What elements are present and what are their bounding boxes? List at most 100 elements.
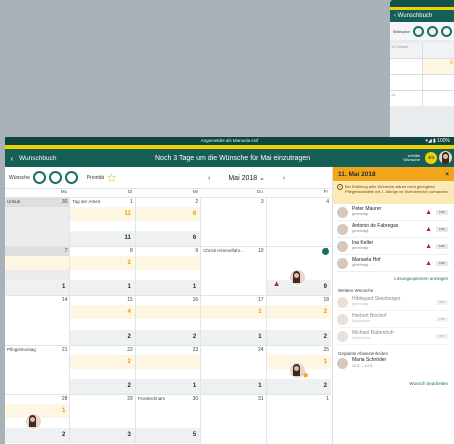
next-month-icon[interactable]: › [283, 175, 285, 182]
day-number: 14 [61, 297, 68, 304]
day-number: 30 [61, 199, 68, 205]
calendar-day-cell[interactable]: 82 1 [70, 247, 135, 296]
person-status: genehmigt [352, 229, 369, 233]
calendar-day-cell[interactable]: Fronleichnam 30 5 [135, 394, 201, 443]
wish-slot-2[interactable] [48, 171, 62, 184]
calendar-day-cell[interactable]: 31 [201, 394, 266, 443]
calendar-day-cell[interactable]: 15 4 2 [70, 296, 135, 345]
month-label[interactable]: Mai 2018 [228, 175, 257, 182]
person-name: Antonio de Fabregas genehmigt [352, 222, 399, 233]
day-number: 30 [192, 395, 199, 402]
calendar-day-cell[interactable]: 4 [266, 198, 331, 247]
qualification-tag: FRK [436, 260, 448, 266]
day-header: 15 [70, 296, 134, 305]
bg-appbar: ‹ Wunschbuch [390, 10, 454, 22]
calendar-day-cell[interactable]: 28 1 2 [5, 394, 70, 443]
calendar-day-cell[interactable]: 18 2 2 [266, 296, 331, 345]
bg-calendar-cell: 10 Urlaub [390, 43, 422, 58]
person-status: genehmigt [352, 212, 369, 216]
calendar-day-cell[interactable]: 91 [135, 247, 201, 296]
edit-wish-link[interactable]: Wunsch bearbeiten [333, 377, 454, 390]
calendar-day-cell[interactable]: 24 1 [201, 345, 266, 394]
calendar-day-cell[interactable]: 29 3 [70, 394, 135, 443]
priority-star-icon[interactable]: ☆ [106, 171, 117, 185]
signal-battery-icon: ▾◢ ▮ 100% [425, 138, 450, 144]
day-detail-panel: 11. Mai 2018 × ! Bei Erfüllung aller Wün… [332, 167, 454, 444]
calendar-day-cell[interactable]: Tag der Arbeit 1 11 11 [70, 198, 135, 247]
warning-icon: ▲ [425, 225, 432, 233]
status-bar: Angemeldet als Manuela Hof ▾◢ ▮ 100% [5, 137, 454, 145]
employee-avatar[interactable] [288, 269, 306, 287]
person-list-item[interactable]: Ina Keller genehmigt ▲ FRK [337, 238, 450, 255]
calendar-day-cell[interactable]: 22 2 2 [70, 345, 135, 394]
priority-star-icon: ★ [301, 369, 310, 380]
calendar-day-cell[interactable]: Pfingstmontag 21 [5, 345, 70, 394]
wish-slot-1[interactable] [32, 171, 46, 184]
user-avatar[interactable] [439, 151, 452, 164]
employee-avatar[interactable] [25, 412, 42, 430]
priority-label: Priorität [86, 174, 105, 181]
person-list-item[interactable]: Hildegard Steinberger genehmigt PFK [337, 294, 450, 311]
wish-slot-3[interactable] [64, 171, 78, 184]
login-status-text: Angemeldet als Manuela Hof [200, 138, 259, 143]
person-list-item[interactable]: Herbert Bischof Spätschicht FRK [337, 311, 450, 328]
person-list-item[interactable]: Manuela Hof genehmigt ▲ FRK [337, 255, 450, 272]
calendar-day-cell[interactable]: 17 1 1 [201, 296, 266, 345]
day-header: 16 [136, 296, 200, 305]
calendar-day-cell[interactable]: 71 [5, 247, 70, 296]
day-number: 28 [61, 395, 68, 402]
fulfilled-wishes-badge[interactable]: 3/4 [425, 152, 437, 164]
day-number: 21 [61, 346, 68, 353]
calendar-day-cell[interactable]: Urlaub 30 [5, 198, 70, 247]
staff-count: 1 [70, 280, 135, 296]
calendar-day-cell[interactable]: 23 1 [135, 345, 201, 394]
calendar-day-cell[interactable]: Christi Himmelfahr... 10 [201, 247, 266, 296]
staff-count: 11 [70, 231, 135, 247]
calendar-day-cell[interactable]: 2 6 6 [135, 198, 201, 247]
open-wishes-count [135, 256, 201, 271]
day-number: 7 [64, 248, 68, 255]
person-list-item[interactable]: Michael Rabenhuh Spätschicht PFK [337, 328, 450, 345]
avatar [337, 223, 348, 235]
calendar-day-cell[interactable]: 25 1 2 ★ [266, 345, 331, 394]
open-wishes-count: 2 [266, 305, 331, 320]
day-header: 29 [70, 395, 134, 404]
absences-heading: Geplante Abwesenheiten [338, 351, 389, 356]
person-list-item[interactable]: Peter Maurer genehmigt ▲ FRK [337, 204, 450, 221]
day-number: 15 [127, 297, 133, 304]
back-icon[interactable]: ‹ [5, 154, 19, 163]
day-number: 10 [258, 248, 264, 255]
person-name: Peter Maurer genehmigt [352, 205, 382, 216]
close-icon[interactable]: × [445, 171, 449, 178]
panel-header: 11. Mai 2018 × [333, 167, 454, 181]
calendar-day-cell[interactable]: 14 [5, 296, 70, 345]
day-number: 24 [258, 346, 264, 353]
bg-calendar-cell [422, 75, 454, 90]
absence-entry[interactable]: Maria Schröder 10.5. – 14.5. [337, 357, 450, 369]
day-number: 4 [326, 199, 329, 205]
avatar [337, 330, 348, 342]
day-number: 2 [195, 199, 199, 205]
person-status: genehmigt [352, 263, 369, 267]
day-number: 25 [323, 346, 329, 353]
calendar-day-cell[interactable]: 119▲ [266, 247, 331, 296]
person-list-item[interactable]: Antonio de Fabregas genehmigt ▲ FRK [337, 221, 450, 238]
qualification-tag: FRK [436, 243, 448, 249]
info-icon: ! [337, 184, 343, 190]
open-wishes-count [135, 305, 201, 320]
solution-options-link[interactable]: Lösungsoptionen anzeigen [333, 272, 454, 285]
calendar-day-cell[interactable]: 3 [201, 198, 266, 247]
bg-wish-circle [440, 25, 452, 37]
person-name: Michael Rabenhuh Spätschicht [352, 329, 394, 340]
chevron-down-icon[interactable]: ⌄ [259, 174, 265, 182]
calendar-day-cell[interactable]: 1 [266, 394, 331, 443]
month-navigator: ‹ Mai 2018 ⌄ › [190, 167, 303, 189]
day-header: Urlaub 30 [5, 198, 70, 207]
bg-calendar-cell [422, 43, 454, 58]
calendar-day-cell[interactable]: 16 2 [135, 296, 201, 345]
day-event-label: Urlaub [7, 199, 21, 204]
day-header: 28 [5, 395, 69, 404]
prev-month-icon[interactable]: ‹ [208, 175, 210, 182]
weekday-label: Do [257, 189, 263, 194]
day-number: 17 [258, 297, 264, 304]
